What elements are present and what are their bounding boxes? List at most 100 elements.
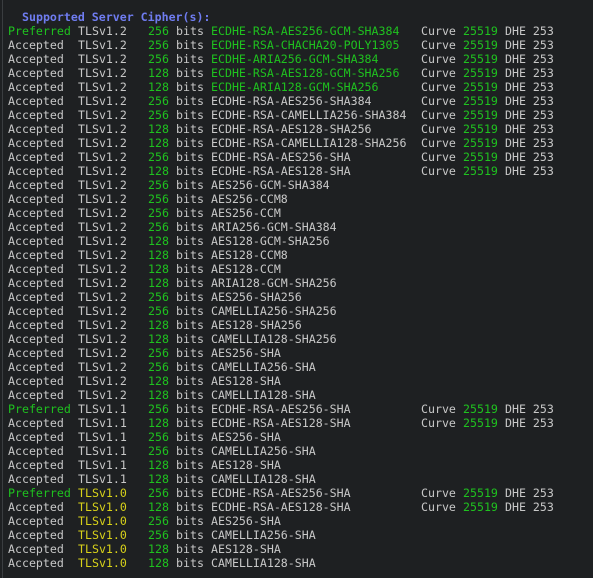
bits-unit: bits — [176, 500, 204, 514]
key-bits: 256 — [148, 402, 169, 416]
cipher-row: Accepted TLSv1.2 128 bits ECDHE-RSA-AES128-G… — [8, 66, 593, 80]
bits-unit: bits — [176, 80, 204, 94]
status-label: Accepted — [8, 262, 64, 276]
bits-unit: bits — [176, 66, 204, 80]
cipher-row: Accepted TLSv1.2 128 bits ECDHE-ARIA128-GCM-… — [8, 80, 593, 94]
key-bits: 256 — [148, 220, 169, 234]
dhe-value: DHE 253 — [505, 150, 554, 164]
status-label: Accepted — [8, 164, 64, 178]
protocol-version: TLSv1.2 — [78, 374, 127, 388]
cipher-name: ECDHE-RSA-CHACHA20-POLY1305 — [211, 38, 400, 52]
cipher-row: Accepted TLSv1.0 256 bits AES256-SHA — [8, 514, 593, 528]
bits-unit: bits — [176, 220, 204, 234]
curve-value: 25519 — [463, 38, 498, 52]
protocol-version: TLSv1.1 — [78, 430, 127, 444]
key-bits: 256 — [148, 24, 169, 38]
protocol-version: TLSv1.1 — [78, 402, 127, 416]
protocol-version: TLSv1.0 — [78, 500, 127, 514]
status-label: Accepted — [8, 150, 64, 164]
status-label: Accepted — [8, 374, 64, 388]
key-bits: 256 — [148, 206, 169, 220]
protocol-version: TLSv1.2 — [78, 94, 127, 108]
status-label: Accepted — [8, 290, 64, 304]
curve-value: 25519 — [463, 416, 498, 430]
cipher-row: Preferred TLSv1.0 256 bits ECDHE-RSA-AES256-… — [8, 486, 593, 500]
protocol-version: TLSv1.2 — [78, 136, 127, 150]
section-heading: Supported Server Cipher(s): — [22, 10, 211, 24]
dhe-value: DHE 253 — [505, 52, 554, 66]
cipher-name: AES128-CCM — [211, 262, 281, 276]
key-bits: 128 — [148, 500, 169, 514]
bits-unit: bits — [176, 136, 204, 150]
bits-unit: bits — [176, 514, 204, 528]
bits-unit: bits — [176, 234, 204, 248]
key-bits: 128 — [148, 374, 169, 388]
dhe-value: DHE 253 — [505, 66, 554, 80]
key-bits: 128 — [148, 416, 169, 430]
bits-unit: bits — [176, 52, 204, 66]
bits-unit: bits — [176, 150, 204, 164]
bits-unit: bits — [176, 486, 204, 500]
protocol-version: TLSv1.2 — [78, 192, 127, 206]
curve-label: Curve — [421, 38, 456, 52]
key-bits: 128 — [148, 262, 169, 276]
bits-unit: bits — [176, 164, 204, 178]
cipher-name: ARIA128-GCM-SHA256 — [211, 276, 337, 290]
protocol-version: TLSv1.2 — [78, 52, 127, 66]
curve-value: 25519 — [463, 122, 498, 136]
status-label: Accepted — [8, 472, 64, 486]
cipher-name: ECDHE-RSA-AES128-GCM-SHA256 — [211, 66, 400, 80]
cipher-name: CAMELLIA256-SHA — [211, 528, 316, 542]
cipher-name: AES128-SHA256 — [211, 318, 302, 332]
bits-unit: bits — [176, 38, 204, 52]
cipher-row: Accepted TLSv1.2 256 bits ARIA256-GCM-SHA384 — [8, 220, 593, 234]
cipher-row: Accepted TLSv1.2 256 bits AES256-SHA256 — [8, 290, 593, 304]
protocol-version: TLSv1.2 — [78, 234, 127, 248]
cipher-row: Accepted TLSv1.1 128 bits AES128-SHA — [8, 458, 593, 472]
cipher-row: Accepted TLSv1.2 256 bits ECDHE-RSA-CAMELLIA… — [8, 108, 593, 122]
curve-value: 25519 — [463, 164, 498, 178]
bits-unit: bits — [176, 416, 204, 430]
terminal-left-border — [2, 0, 3, 578]
key-bits: 256 — [148, 192, 169, 206]
protocol-version: TLSv1.2 — [78, 122, 127, 136]
curve-value: 25519 — [463, 402, 498, 416]
cipher-row: Accepted TLSv1.2 256 bits AES256-CCM — [8, 206, 593, 220]
cipher-name: ECDHE-RSA-AES256-SHA — [211, 402, 351, 416]
cipher-list: Preferred TLSv1.2 256 bits ECDHE-RSA-AES256-… — [8, 24, 593, 570]
cipher-row: Accepted TLSv1.1 128 bits CAMELLIA128-SHA — [8, 472, 593, 486]
protocol-version: TLSv1.1 — [78, 472, 127, 486]
bits-unit: bits — [176, 206, 204, 220]
cipher-name: AES256-CCM — [211, 206, 281, 220]
curve-label: Curve — [421, 150, 456, 164]
cipher-name: AES256-CCM8 — [211, 192, 288, 206]
cipher-name: ECDHE-RSA-CAMELLIA128-SHA256 — [211, 136, 407, 150]
curve-label: Curve — [421, 402, 456, 416]
cipher-row: Accepted TLSv1.0 256 bits CAMELLIA256-SHA — [8, 528, 593, 542]
curve-label: Curve — [421, 486, 456, 500]
key-bits: 256 — [148, 514, 169, 528]
key-bits: 256 — [148, 346, 169, 360]
cipher-name: ARIA256-GCM-SHA384 — [211, 220, 337, 234]
key-bits: 256 — [148, 108, 169, 122]
cipher-row: Accepted TLSv1.1 256 bits AES256-SHA — [8, 430, 593, 444]
curve-label: Curve — [421, 108, 456, 122]
cipher-row: Accepted TLSv1.2 256 bits AES256-GCM-SHA384 — [8, 178, 593, 192]
bits-unit: bits — [176, 262, 204, 276]
bits-unit: bits — [176, 332, 204, 346]
key-bits: 128 — [148, 556, 169, 570]
protocol-version: TLSv1.2 — [78, 276, 127, 290]
dhe-value: DHE 253 — [505, 416, 554, 430]
cipher-row: Accepted TLSv1.2 256 bits AES256-CCM8 — [8, 192, 593, 206]
protocol-version: TLSv1.2 — [78, 304, 127, 318]
protocol-version: TLSv1.2 — [78, 164, 127, 178]
status-label: Accepted — [8, 304, 64, 318]
cipher-name: ECDHE-RSA-AES128-SHA — [211, 500, 351, 514]
status-label: Accepted — [8, 500, 64, 514]
cipher-name: AES256-SHA — [211, 430, 281, 444]
cipher-row: Accepted TLSv1.2 128 bits AES128-SHA256 — [8, 318, 593, 332]
cipher-name: CAMELLIA256-SHA — [211, 360, 316, 374]
key-bits: 128 — [148, 388, 169, 402]
cipher-row: Accepted TLSv1.2 128 bits ARIA128-GCM-SHA256 — [8, 276, 593, 290]
key-bits: 128 — [148, 332, 169, 346]
